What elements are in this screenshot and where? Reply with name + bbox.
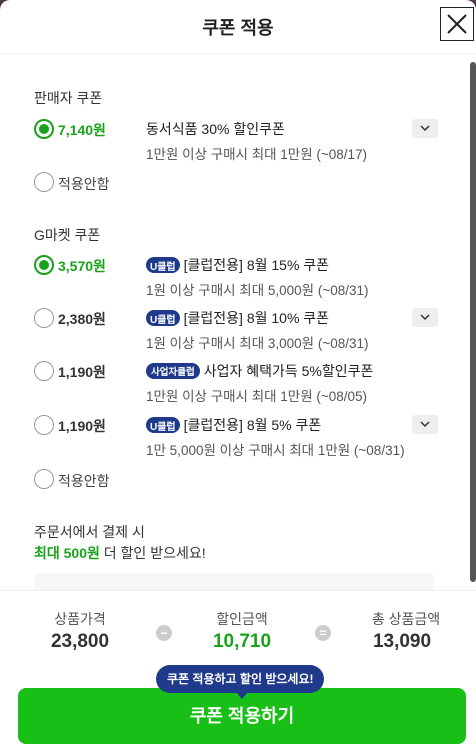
coupon-detail-toggle[interactable] <box>412 415 438 434</box>
u-club-badge: U클럽 <box>146 257 180 273</box>
total-value: 13,090 <box>372 631 432 652</box>
u-club-badge: U클럽 <box>146 417 180 433</box>
coupon-condition: 1만 5,000원 이상 구매시 최대 1만원 (~08/31) <box>146 443 405 458</box>
business-club-badge: 사업자클럽 <box>146 363 200 379</box>
coupon-name: U클럽 [클럽전용] 8월 15% 쿠폰 <box>146 255 329 275</box>
chevron-down-icon <box>420 125 430 132</box>
scrollbar[interactable] <box>470 62 476 582</box>
coupon-option[interactable]: 7,140원 동서식품 30% 할인쿠폰 1만원 이상 구매시 최대 1만원 (… <box>34 119 438 163</box>
promo-text: 주문서에서 결제 시 <box>34 524 145 540</box>
coupon-list[interactable]: 판매자 쿠폰 7,140원 동서식품 30% 할인쿠폰 1만원 이상 구매시 최… <box>0 55 476 590</box>
equals-icon: = <box>315 625 331 641</box>
close-icon <box>447 14 467 34</box>
coupon-title: [클럽전용] 8월 5% 쿠폰 <box>183 417 322 433</box>
coupon-name: 동서식품 30% 할인쿠폰 <box>146 121 285 137</box>
radio-unselected[interactable] <box>34 361 54 381</box>
coupon-detail-toggle[interactable] <box>412 308 438 327</box>
coupon-option[interactable]: 1,190원 U클럽 [클럽전용] 8월 5% 쿠폰 1만 5,000원 이상 … <box>34 415 438 459</box>
coupon-detail-toggle[interactable] <box>412 119 438 138</box>
coupon-amount: 1,190원 <box>58 364 106 380</box>
radio-selected[interactable] <box>34 119 54 139</box>
product-price-value: 23,800 <box>50 631 110 652</box>
coupon-option[interactable]: 3,570원 U클럽 [클럽전용] 8월 15% 쿠폰 1원 이상 구매시 최대… <box>34 255 438 299</box>
coupon-title: [클럽전용] 8월 10% 쿠폰 <box>183 310 330 326</box>
summary-footer: 상품가격 23,800 − 할인금액 10,710 = 총 상품금액 13,09… <box>0 590 476 754</box>
coupon-condition: 1만원 이상 구매시 최대 1만원 (~08/05) <box>146 389 368 404</box>
close-button[interactable] <box>440 7 474 41</box>
apply-tooltip: 쿠폰 적용하고 할인 받으세요! <box>156 665 325 699</box>
coupon-option[interactable]: 2,380원 U클럽 [클럽전용] 8월 10% 쿠폰 1원 이상 구매시 최대… <box>34 308 438 352</box>
promo-max-discount: 최대 500원 <box>34 545 100 561</box>
seller-coupon-heading: 판매자 쿠폰 <box>34 90 103 106</box>
promo-highlight-text: 최대 500원 더 할인 받으세요! <box>34 543 206 563</box>
coupon-condition: 1만원 이상 구매시 최대 1만원 (~08/17) <box>146 147 368 162</box>
coupon-amount: 1,190원 <box>58 418 106 434</box>
coupon-option-none[interactable]: 적용안함 <box>34 172 438 194</box>
coupon-condition: 1원 이상 구매시 최대 5,000원 (~08/31) <box>146 283 369 298</box>
coupon-modal: 쿠폰 적용 판매자 쿠폰 7,140원 동서식품 30% 할인쿠폰 1만원 이상… <box>0 0 476 754</box>
minus-icon: − <box>156 625 172 641</box>
coupon-name: U클럽 [클럽전용] 8월 5% 쿠폰 <box>146 415 321 435</box>
coupon-name: U클럽 [클럽전용] 8월 10% 쿠폰 <box>146 308 329 328</box>
gmarket-coupon-heading: G마켓 쿠폰 <box>34 227 101 243</box>
no-coupon-label: 적용안함 <box>58 473 110 489</box>
chevron-down-icon <box>420 314 430 321</box>
coupon-condition: 1원 이상 구매시 최대 3,000원 (~08/31) <box>146 336 369 351</box>
modal-header: 쿠폰 적용 <box>0 0 476 54</box>
radio-unselected[interactable] <box>34 308 54 328</box>
coupon-amount: 2,380원 <box>58 311 106 327</box>
scrollbar-thumb[interactable] <box>470 62 476 582</box>
radio-unselected[interactable] <box>34 469 54 489</box>
coupon-title: [클럽전용] 8월 15% 쿠폰 <box>183 257 330 273</box>
radio-unselected[interactable] <box>34 172 54 192</box>
coupon-option[interactable]: 1,190원 사업자클럽 사업자 혜택가득 5%할인쿠폰 1만원 이상 구매시 … <box>34 361 438 405</box>
discount-label: 할인금액 <box>216 611 268 627</box>
coupon-title: 사업자 혜택가득 5%할인쿠폰 <box>203 363 374 379</box>
u-club-badge: U클럽 <box>146 310 180 326</box>
radio-selected[interactable] <box>34 255 54 275</box>
discount-value: 10,710 <box>212 631 272 652</box>
total-label: 총 상품금액 <box>371 611 441 627</box>
coupon-name: 사업자클럽 사업자 혜택가득 5%할인쿠폰 <box>146 361 373 381</box>
modal-title: 쿠폰 적용 <box>202 18 274 38</box>
coupon-amount: 7,140원 <box>58 122 106 138</box>
coupon-option-none[interactable]: 적용안함 <box>34 469 438 491</box>
no-coupon-label: 적용안함 <box>58 176 110 192</box>
promo-rest: 더 할인 받으세요! <box>99 545 206 561</box>
product-price-label: 상품가격 <box>54 611 106 627</box>
payment-benefit-box <box>34 573 434 590</box>
coupon-amount: 3,570원 <box>58 258 106 274</box>
chevron-down-icon <box>420 421 430 428</box>
radio-unselected[interactable] <box>34 415 54 435</box>
